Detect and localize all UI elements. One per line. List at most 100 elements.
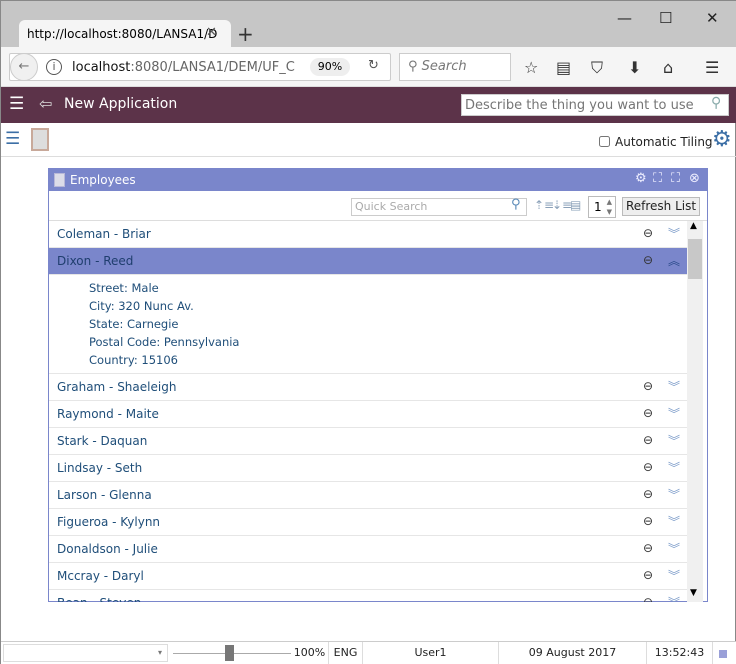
employee-details: Street: Male City: 320 Nunc Av. State: C… xyxy=(49,275,687,374)
list-item[interactable]: Larson - Glenna ⊖ ︾ xyxy=(49,482,687,509)
list-item[interactable]: Figueroa - Kylynn ⊖ ︾ xyxy=(49,509,687,536)
panel-toolbar: Quick Search ⚲ ⇡≡ ⇣≡ ▤ 1 ▲ ▼ Refresh List xyxy=(49,191,707,221)
link-icon[interactable]: ⊖ xyxy=(643,568,653,582)
close-window-button[interactable]: ✕ xyxy=(706,9,719,27)
bookmark-star-icon[interactable]: ☆ xyxy=(524,58,538,77)
panel-title: Employees xyxy=(70,173,136,187)
reload-icon[interactable]: ↻ xyxy=(368,58,379,73)
expand-icon[interactable]: ︾ xyxy=(668,567,680,584)
link-icon[interactable]: ⊖ xyxy=(643,460,653,474)
status-bar: ▾ 100% ENG User1 09 August 2017 13:52:43 xyxy=(1,641,736,664)
app-search-input[interactable] xyxy=(461,94,729,116)
detail-state: State: Carnegie xyxy=(89,317,179,331)
pocket-icon[interactable]: ⛉ xyxy=(591,58,603,78)
link-icon[interactable]: ⊖ xyxy=(643,406,653,420)
link-icon[interactable]: ⊖ xyxy=(643,514,653,528)
maximize-icon[interactable]: ⛶ xyxy=(671,171,680,186)
list-item[interactable]: Graham - Shaeleigh ⊖ ︾ xyxy=(49,374,687,401)
link-icon[interactable]: ⊖ xyxy=(643,433,653,447)
detail-city: City: 320 Nunc Av. xyxy=(89,299,194,313)
detail-postal-code: Postal Code: Pennsylvania xyxy=(89,335,240,349)
list-item[interactable]: Mccray - Daryl ⊖ ︾ xyxy=(49,563,687,590)
expand-icon[interactable]: ︾ xyxy=(668,594,680,602)
link-icon[interactable]: ⊖ xyxy=(643,253,653,267)
date: 09 August 2017 xyxy=(499,642,647,664)
expand-icon[interactable]: ︾ xyxy=(668,540,680,557)
document-icon xyxy=(54,173,65,187)
status-indicator xyxy=(719,650,727,658)
app-header: ☰ ⇦ New Application ⚲ xyxy=(1,87,736,123)
browser-search-input[interactable]: ⚲ Search xyxy=(399,53,511,81)
download-icon[interactable]: ⬇ xyxy=(628,58,641,77)
detail-street: Street: Male xyxy=(89,281,159,295)
app-title: New Application xyxy=(64,96,178,112)
search-icon[interactable]: ⚲ xyxy=(511,197,521,212)
expand-icon[interactable]: ︾ xyxy=(668,225,680,242)
scrollbar-thumb[interactable] xyxy=(688,239,702,279)
close-icon[interactable]: ⊗ xyxy=(689,171,700,186)
list-menu-icon[interactable]: ☰ xyxy=(5,129,20,149)
browser-tab-bar: http://localhost:8080/LANSA1/D ✕ + — ☐ ✕ xyxy=(1,1,736,48)
menu-icon[interactable]: ☰ xyxy=(9,94,24,114)
home-icon[interactable]: ⌂ xyxy=(663,58,673,77)
gear-icon[interactable]: ⚙ xyxy=(635,171,647,186)
document-icon[interactable] xyxy=(31,128,49,151)
zoom-indicator[interactable]: 90% xyxy=(310,58,350,76)
link-icon[interactable]: ⊖ xyxy=(643,226,653,240)
quick-search-input[interactable]: Quick Search xyxy=(351,198,527,216)
list-item[interactable]: Raymond - Maite ⊖ ︾ xyxy=(49,401,687,428)
minimize-button[interactable]: — xyxy=(617,9,632,27)
back-button[interactable]: ← xyxy=(10,53,38,81)
expand-icon[interactable]: ︾ xyxy=(668,405,680,422)
zoom-percent: 100% xyxy=(291,642,329,664)
page-stepper[interactable]: 1 ▲ ▼ xyxy=(588,196,616,218)
info-icon[interactable]: i xyxy=(46,59,62,75)
maximize-button[interactable]: ☐ xyxy=(659,9,672,27)
expand-icon[interactable]: ︾ xyxy=(668,513,680,530)
scroll-down-icon[interactable]: ▼ xyxy=(690,588,697,598)
status-dropdown[interactable]: ▾ xyxy=(3,644,168,662)
list-item-selected[interactable]: Dixon - Reed ⊖ ︽ xyxy=(49,248,687,275)
shrink-icon[interactable]: ⛶ xyxy=(653,171,662,186)
employee-list: Coleman - Briar ⊖ ︾ Dixon - Reed ⊖ ︽ Street:… xyxy=(49,221,687,602)
employees-panel: Employees ⚙ ⛶ ⛶ ⊗ Quick Search ⚲ ⇡≡ ⇣≡ ▤… xyxy=(48,168,708,602)
new-tab-button[interactable]: + xyxy=(237,22,254,46)
settings-gear-icon[interactable]: ⚙ xyxy=(712,127,732,152)
list-item[interactable]: Stark - Daquan ⊖ ︾ xyxy=(49,428,687,455)
reading-list-icon[interactable]: ▤ xyxy=(556,58,571,77)
scroll-up-icon[interactable]: ▲ xyxy=(690,221,697,231)
link-icon[interactable]: ⊖ xyxy=(643,595,653,602)
refresh-list-button[interactable]: Refresh List xyxy=(622,197,700,216)
automatic-tiling-checkbox[interactable]: Automatic Tiling xyxy=(599,135,713,149)
panel-title-bar: Employees ⚙ ⛶ ⛶ ⊗ xyxy=(49,169,707,191)
link-icon[interactable]: ⊖ xyxy=(643,379,653,393)
app-toolbar: ☰ Automatic Tiling ⚙ xyxy=(1,123,736,157)
url-text: localhost:8080/LANSA1/DEM/UF_C xyxy=(72,60,295,75)
expand-icon[interactable]: ︾ xyxy=(668,459,680,476)
link-icon[interactable]: ⊖ xyxy=(643,541,653,555)
collapse-icon[interactable]: ︽ xyxy=(668,252,680,269)
user-name: User1 xyxy=(363,642,499,664)
list-item[interactable]: Coleman - Briar ⊖ ︾ xyxy=(49,221,687,248)
back-arrow-icon[interactable]: ⇦ xyxy=(39,94,52,113)
url-bar[interactable]: ← i localhost:8080/LANSA1/DEM/UF_C 90% ↻ xyxy=(9,53,391,81)
list-item[interactable]: Bean - Steven⊖︾ xyxy=(49,590,687,602)
language: ENG xyxy=(329,642,363,664)
browser-menu-icon[interactable]: ☰ xyxy=(705,58,719,77)
link-icon[interactable]: ⊖ xyxy=(643,487,653,501)
expand-icon[interactable]: ︾ xyxy=(668,432,680,449)
automatic-tiling-label: Automatic Tiling xyxy=(615,135,713,149)
browser-tab[interactable]: http://localhost:8080/LANSA1/D xyxy=(19,20,231,48)
close-tab-icon[interactable]: ✕ xyxy=(206,25,217,40)
list-item[interactable]: Donaldson - Julie ⊖ ︾ xyxy=(49,536,687,563)
print-icon[interactable]: ▤ xyxy=(570,198,581,212)
vertical-scrollbar[interactable]: ▲ ▼ xyxy=(687,221,703,602)
zoom-slider-thumb[interactable] xyxy=(225,645,234,661)
tab-title: http://localhost:8080/LANSA1/D xyxy=(27,27,218,41)
detail-country: Country: 15106 xyxy=(89,353,178,367)
expand-icon[interactable]: ︾ xyxy=(668,486,680,503)
browser-nav-bar: ← i localhost:8080/LANSA1/DEM/UF_C 90% ↻… xyxy=(1,47,736,87)
expand-icon[interactable]: ︾ xyxy=(668,378,680,395)
search-icon[interactable]: ⚲ xyxy=(711,95,721,111)
list-item[interactable]: Lindsay - Seth ⊖ ︾ xyxy=(49,455,687,482)
